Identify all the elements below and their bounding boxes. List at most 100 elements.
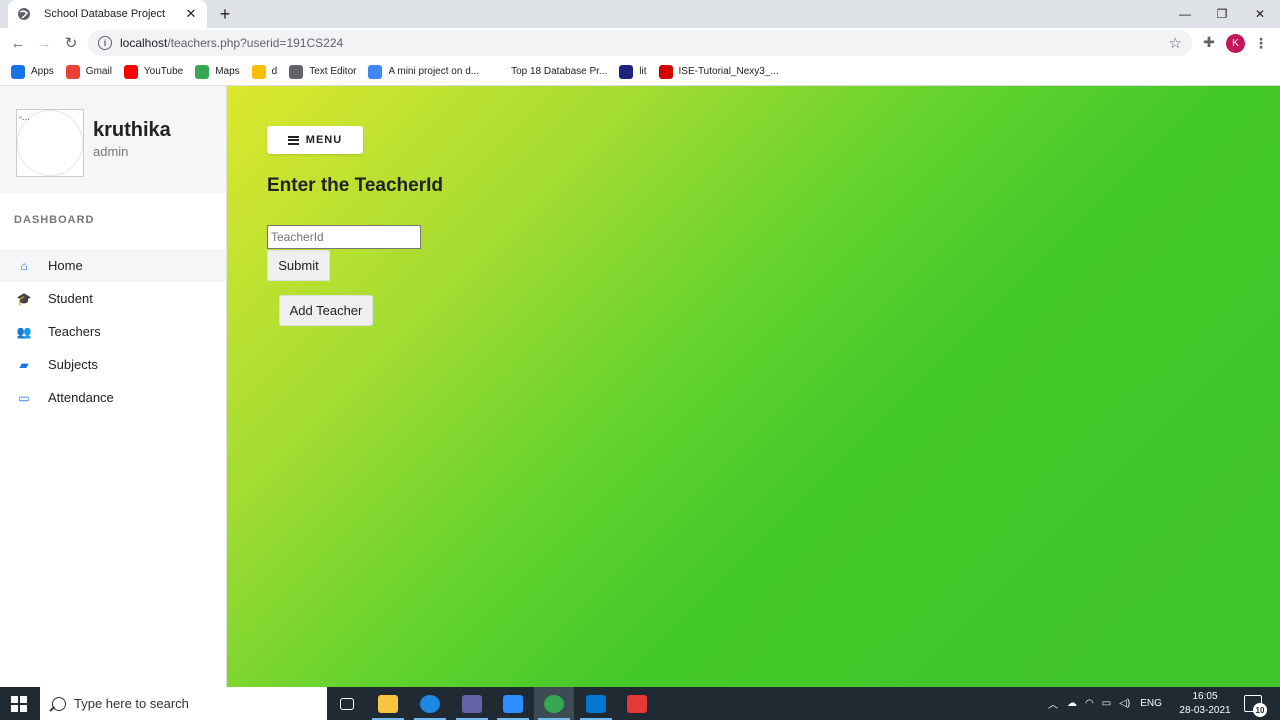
bookmark-label: d — [271, 66, 278, 77]
windows-start-icon[interactable] — [11, 696, 27, 712]
doc-icon — [368, 64, 383, 79]
language-indicator[interactable]: ENG — [1140, 698, 1162, 709]
gmail-icon — [65, 64, 80, 79]
teacher-id-input[interactable] — [267, 225, 421, 249]
browser-tab[interactable]: School Database Project ✕ — [8, 0, 207, 28]
tab-title: School Database Project — [44, 8, 166, 20]
book-icon: ▰ — [19, 357, 29, 372]
clock-time: 16:05 — [1192, 691, 1218, 702]
app-glyph — [378, 694, 398, 713]
onedrive-icon[interactable]: ☁ — [1067, 698, 1077, 709]
calendar-icon: ▭ — [18, 390, 30, 405]
browser-toolbar: ← → ↻ i localhost/teachers.php?userid=19… — [0, 28, 1280, 58]
profile-avatar[interactable]: K — [1226, 34, 1245, 53]
bookmark-star-icon[interactable]: ☆ — [1169, 34, 1182, 52]
sidebar-item-label: Home — [48, 258, 83, 273]
app-glyph — [627, 694, 647, 713]
app-glyph — [544, 694, 564, 713]
notification-count: 10 — [1253, 703, 1267, 717]
edge-icon[interactable] — [410, 687, 450, 720]
youtube-icon — [123, 64, 138, 79]
bookmark-item[interactable]: Text Editor — [289, 64, 357, 79]
bookmark-label: Apps — [31, 66, 54, 77]
sidebar-item-student[interactable]: 🎓 Student — [0, 282, 226, 315]
battery-icon[interactable]: ▭ — [1102, 698, 1111, 709]
bookmark-label: Text Editor — [309, 66, 357, 77]
forward-icon[interactable]: → — [33, 32, 55, 54]
task-view-icon[interactable] — [327, 687, 367, 720]
volume-icon[interactable]: ◁) — [1119, 698, 1130, 709]
browser-tabstrip: School Database Project ✕ + — ❐ ✕ — [0, 0, 1280, 28]
taskbar-clock[interactable]: 16:05 28-03-2021 — [1172, 690, 1238, 718]
add-teacher-button[interactable]: Add Teacher — [279, 295, 373, 326]
bookmark-item[interactable]: Top 18 Database Pr... — [491, 64, 607, 79]
file-explorer-icon[interactable] — [368, 687, 408, 720]
new-tab-icon[interactable]: + — [216, 5, 234, 23]
taskbar-search-placeholder: Type here to search — [74, 696, 189, 711]
taskbar-search[interactable]: Type here to search — [40, 687, 327, 720]
menu-button[interactable]: MENU — [267, 126, 363, 154]
menu-button-label: MENU — [305, 134, 343, 146]
bookmark-item[interactable]: Gmail — [65, 64, 112, 79]
lit-icon — [619, 64, 634, 79]
url-text: localhost/teachers.php?userid=191CS224 — [120, 36, 344, 50]
user-role: admin — [93, 144, 129, 159]
kebab-menu-icon[interactable]: ⋮ — [1254, 34, 1268, 52]
bookmark-item[interactable]: d — [251, 64, 278, 79]
avatar: ▫... — [16, 109, 84, 177]
hamburger-icon — [287, 135, 299, 145]
dashboard-section-label: DASHBOARD — [14, 214, 95, 226]
sidebar-item-label: Teachers — [48, 324, 101, 339]
bookmark-item[interactable]: Maps — [195, 64, 240, 79]
bookmark-label: YouTube — [143, 66, 184, 77]
back-icon[interactable]: ← — [7, 32, 29, 54]
restore-icon[interactable]: ❐ — [1203, 0, 1241, 28]
close-window-icon[interactable]: ✕ — [1241, 0, 1279, 28]
sidebar-item-subjects[interactable]: ▰ Subjects — [0, 348, 226, 381]
profile-panel: ▫... kruthika admin — [0, 86, 226, 193]
zoom-icon[interactable] — [493, 687, 533, 720]
tray-chevron-icon[interactable]: ︿ — [1048, 696, 1058, 711]
graduation-cap-icon: 🎓 — [16, 291, 32, 306]
wifi-icon[interactable]: ◠ — [1085, 698, 1094, 709]
reload-icon[interactable]: ↻ — [60, 32, 82, 54]
bookmark-item[interactable]: lit — [619, 64, 647, 79]
sidebar-item-label: Student — [48, 291, 93, 306]
system-tray: ︿ ☁ ◠ ▭ ◁) ENG — [1048, 687, 1162, 720]
search-icon — [52, 696, 66, 711]
bookmark-item[interactable]: Apps — [11, 64, 54, 79]
submit-button[interactable]: Submit — [267, 250, 330, 281]
bookmark-item[interactable]: A mini project on d... — [368, 64, 479, 79]
teams-icon[interactable] — [452, 687, 492, 720]
app-glyph — [462, 694, 482, 713]
windows-tiles-icon — [251, 64, 266, 79]
screen: School Database Project ✕ + — ❐ ✕ ← → ↻ … — [0, 0, 1280, 720]
bookmark-label: Maps — [215, 66, 240, 77]
address-bar[interactable]: i localhost/teachers.php?userid=191CS224… — [88, 30, 1192, 56]
minimize-icon[interactable]: — — [1166, 0, 1204, 28]
sidebar-item-teachers[interactable]: 👥 Teachers — [0, 315, 226, 348]
user-name: kruthika — [93, 119, 171, 141]
bookmark-label: lit — [639, 66, 647, 77]
sidebar-item-home[interactable]: ⌂ Home — [0, 249, 226, 282]
app-glyph — [340, 697, 354, 710]
sidebar-item-label: Subjects — [48, 357, 98, 372]
globe-icon — [16, 6, 32, 22]
extensions-puzzle-icon[interactable]: ✚ — [1201, 33, 1217, 51]
sidebar-item-attendance[interactable]: ▭ Attendance — [0, 381, 226, 414]
bookmark-item[interactable]: YouTube — [123, 64, 184, 79]
app-tiles-icon[interactable] — [617, 687, 657, 720]
bookmark-item[interactable]: ISE-Tutorial_Nexy3_... — [658, 64, 779, 79]
u-shield-icon — [658, 64, 673, 79]
site-info-icon[interactable]: i — [98, 36, 112, 50]
chrome-icon[interactable] — [534, 687, 574, 720]
page-heading: Enter the TeacherId — [267, 175, 443, 196]
tab-close-icon[interactable]: ✕ — [183, 6, 199, 22]
notification-center-icon[interactable]: 10 — [1244, 695, 1267, 717]
vscode-icon[interactable] — [576, 687, 616, 720]
blank-icon — [491, 64, 506, 79]
sidebar-nav: ⌂ Home 🎓 Student 👥 Teachers ▰ Subjects ▭ Attendan… — [0, 249, 226, 414]
maps-pin-icon — [195, 64, 210, 79]
windows-taskbar: Type here to search ︿ ☁ ◠ ▭ ◁) ENG 16:05… — [0, 687, 1280, 720]
main-content: MENU Enter the TeacherId Submit Add Teac… — [227, 86, 1280, 687]
